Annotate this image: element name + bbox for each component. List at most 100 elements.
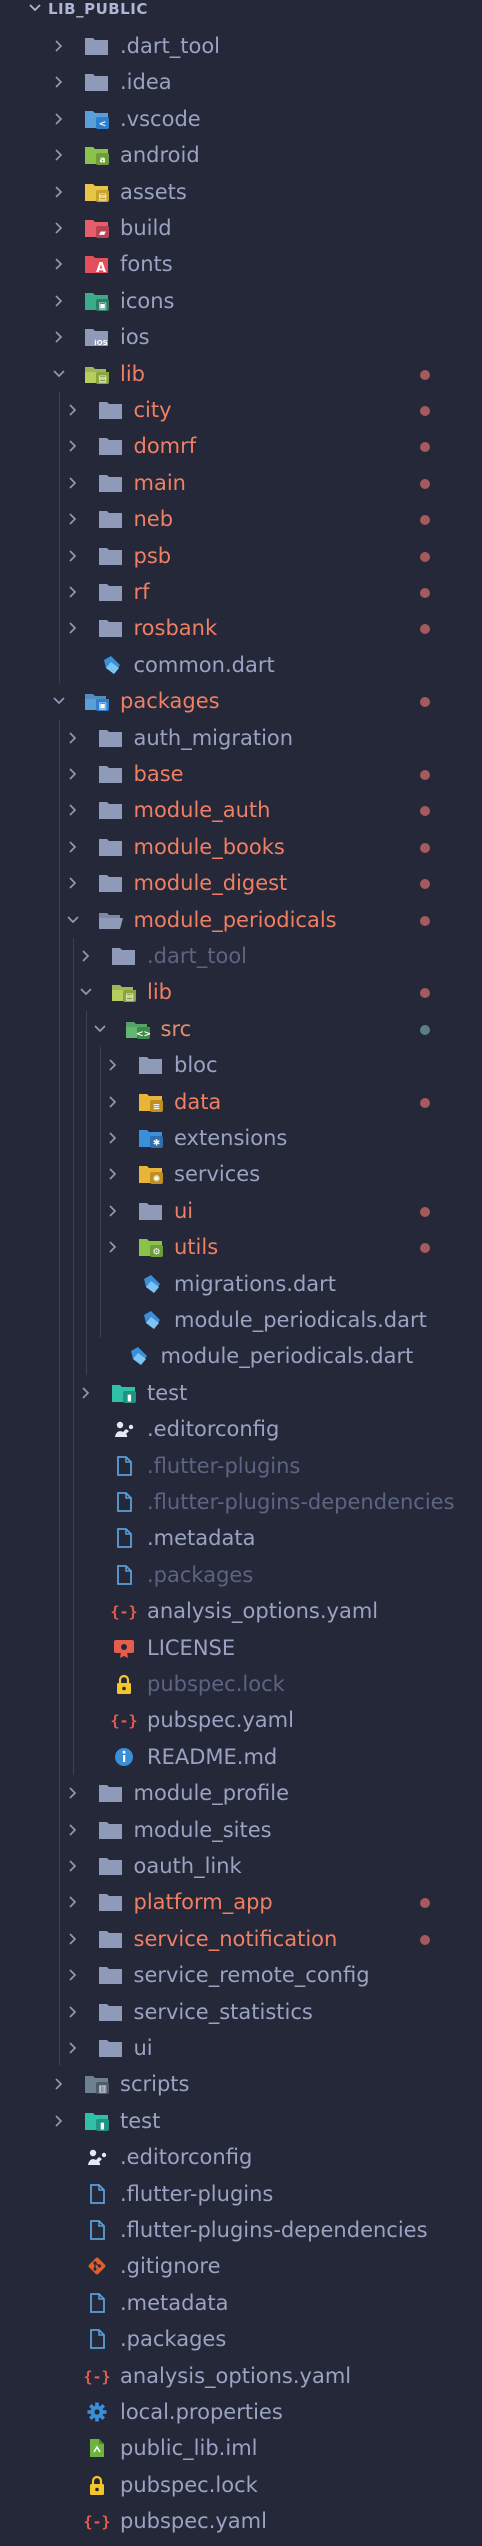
tree-folder-row[interactable]: oauth_link [0,1848,482,1884]
chevron-right-icon[interactable] [66,876,80,890]
chevron-right-icon[interactable] [66,1786,80,1800]
chevron-right-icon[interactable] [66,2041,80,2055]
chevron-right-icon[interactable] [52,221,66,235]
tree-file-row[interactable]: public_lib.iml [0,2430,482,2466]
tree-folder-row[interactable]: ▣ packages [0,683,482,719]
chevron-down-icon[interactable] [52,367,66,381]
chevron-right-icon[interactable] [66,621,80,635]
chevron-right-icon[interactable] [52,185,66,199]
svg-text:<>: <> [135,1029,150,1039]
tree-folder-row[interactable]: module_periodicals [0,902,482,938]
tree-folder-row[interactable]: ▮ test [0,2103,482,2139]
chevron-right-icon[interactable] [66,1932,80,1946]
tree-file-row[interactable]: .flutter-plugins-dependencies [0,2212,482,2248]
tree-folder-row[interactable]: service_notification [0,1921,482,1957]
tree-folder-row[interactable]: ▤ assets [0,174,482,210]
chevron-right-icon[interactable] [79,1386,93,1400]
tree-folder-row[interactable]: service_remote_config [0,1957,482,1993]
svg-text:✺: ✺ [153,1175,161,1185]
chevron-right-icon[interactable] [66,1859,80,1873]
tree-file-row[interactable]: pubspec.lock [0,2467,482,2503]
tree-folder-row[interactable]: ▥ scripts [0,2066,482,2102]
chevron-right-icon[interactable] [66,1968,80,1982]
chevron-down-icon[interactable] [52,694,66,708]
chevron-right-icon[interactable] [66,840,80,854]
tree-file-row[interactable]: .flutter-plugins [0,2176,482,2212]
tree-folder-row[interactable]: base [0,756,482,792]
tree-file-row[interactable]: local.properties [0,2394,482,2430]
chevron-right-icon[interactable] [66,767,80,781]
tree-folder-row[interactable]: iOS ios [0,319,482,355]
tree-folder-row[interactable]: a android [0,137,482,173]
folder-icon [138,1200,164,1222]
chevron-right-icon[interactable] [66,803,80,817]
tree-file-row[interactable]: .packages [0,2321,482,2357]
tree-folder-row[interactable]: module_digest [0,865,482,901]
chevron-right-icon[interactable] [52,257,66,271]
tree-folder-row[interactable]: module_auth [0,792,482,828]
explorer-section-header[interactable]: LIB_PUBLIC [0,0,482,18]
tree-folder-row[interactable]: Afonts [0,246,482,282]
tree-folder-row[interactable]: main [0,465,482,501]
chevron-down-icon[interactable] [66,913,80,927]
tree-folder-row[interactable]: ▰ build [0,210,482,246]
git-status-dot [420,1097,430,1108]
tree-folder-row[interactable]: auth_migration [0,720,482,756]
tree-item-label: src [160,1016,192,1041]
chevron-right-icon[interactable] [52,2077,66,2091]
chevron-right-icon[interactable] [106,1240,120,1254]
tree-folder-row[interactable]: city [0,392,482,428]
tree-file-row[interactable]: .gitignore [0,2248,482,2284]
tree-file-row[interactable]: {-} pubspec.yaml [0,2503,482,2539]
chevron-right-icon[interactable] [66,476,80,490]
tree-file-row[interactable]: common.dart [0,647,482,683]
chevron-right-icon[interactable] [66,512,80,526]
chevron-right-icon[interactable] [66,549,80,563]
chevron-down-icon[interactable] [93,1022,107,1036]
tree-folder-row[interactable]: platform_app [0,1884,482,1920]
tree-folder-row[interactable]: service_statistics [0,1994,482,2030]
tree-folder-row[interactable]: < .vscode [0,101,482,137]
chevron-right-icon[interactable] [106,1131,120,1145]
chevron-right-icon[interactable] [52,330,66,344]
tree-folder-row[interactable]: module_sites [0,1812,482,1848]
tree-item-label: module_periodicals.dart [174,1308,427,1332]
tree-folder-row[interactable]: module_profile [0,1775,482,1811]
chevron-right-icon[interactable] [66,731,80,745]
tree-folder-row[interactable]: ▤ lib [0,356,482,392]
chevron-right-icon[interactable] [106,1204,120,1218]
tree-folder-row[interactable]: .idea [0,64,482,100]
chevron-right-icon[interactable] [106,1095,120,1109]
tree-folder-row[interactable]: domrf [0,428,482,464]
chevron-right-icon[interactable] [52,2114,66,2128]
chevron-right-icon[interactable] [66,2005,80,2019]
chevron-right-icon[interactable] [52,112,66,126]
chevron-right-icon[interactable] [66,1823,80,1837]
tree-folder-row[interactable]: rosbank [0,610,482,646]
tree-file-row[interactable]: {-} analysis_options.yaml [0,2358,482,2394]
folder-icon [98,2001,124,2023]
chevron-right-icon[interactable] [106,1058,120,1072]
tree-folder-row[interactable]: .dart_tool [0,28,482,64]
chevron-right-icon[interactable] [66,585,80,599]
chevron-right-icon[interactable] [52,148,66,162]
chevron-right-icon[interactable] [66,1895,80,1909]
tree-folder-row[interactable]: module_books [0,829,482,865]
chevron-right-icon[interactable] [52,39,66,53]
chevron-down-icon[interactable] [79,985,93,999]
tree-folder-row[interactable]: ui [0,2030,482,2066]
tree-file-row[interactable]: .metadata [0,2285,482,2321]
document-icon [111,1455,137,1477]
tree-file-row[interactable]: .editorconfig [0,2139,482,2175]
chevron-right-icon[interactable] [66,439,80,453]
tree-folder-row[interactable]: psb [0,538,482,574]
chevron-right-icon[interactable] [52,75,66,89]
tree-folder-row[interactable]: rf [0,574,482,610]
chevron-right-icon[interactable] [79,949,93,963]
chevron-right-icon[interactable] [106,1167,120,1181]
tree-folder-row[interactable]: ▣ icons [0,283,482,319]
tree-folder-row[interactable]: neb [0,501,482,537]
chevron-right-icon[interactable] [52,294,66,308]
chevron-right-icon[interactable] [66,403,80,417]
tree-item-label: domrf [133,434,197,459]
